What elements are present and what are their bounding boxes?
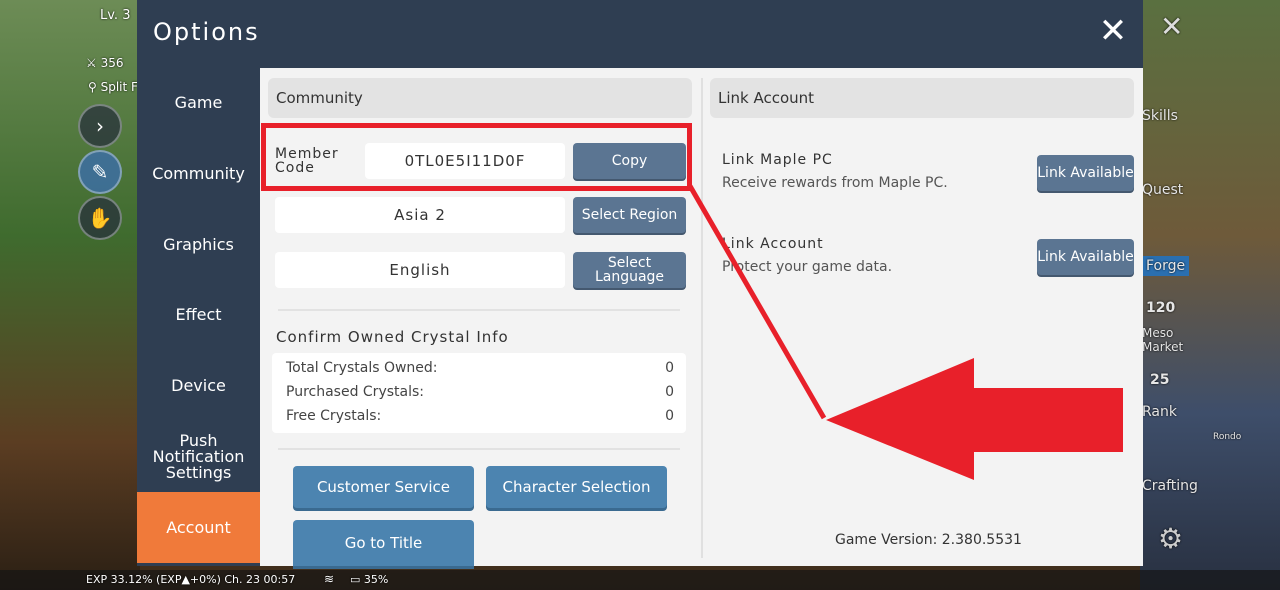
annotation-line <box>687 184 827 420</box>
annotation-arrow <box>687 184 1123 480</box>
annotation-arrowhead <box>826 358 1123 480</box>
